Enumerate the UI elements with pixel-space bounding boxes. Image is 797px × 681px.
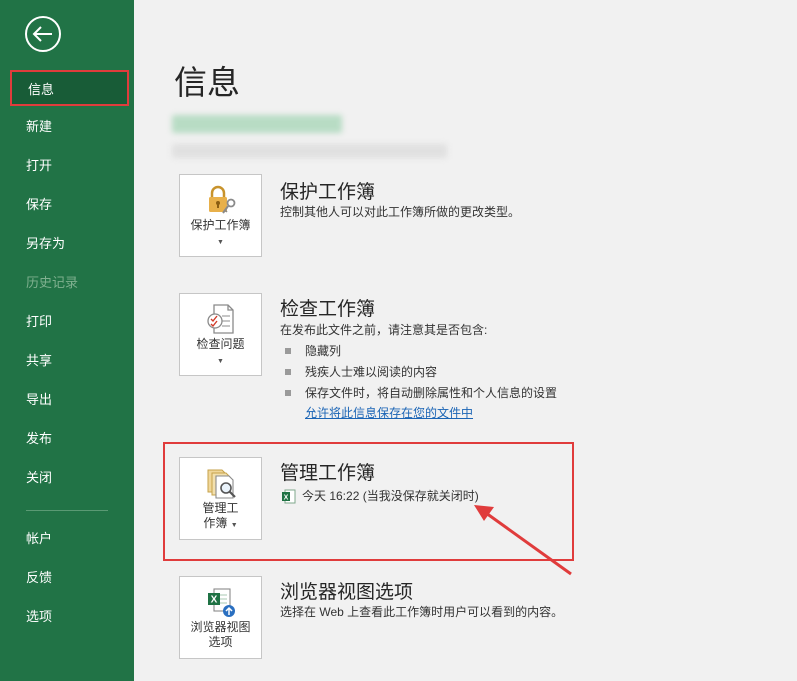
annotation-arrow	[474, 505, 572, 576]
